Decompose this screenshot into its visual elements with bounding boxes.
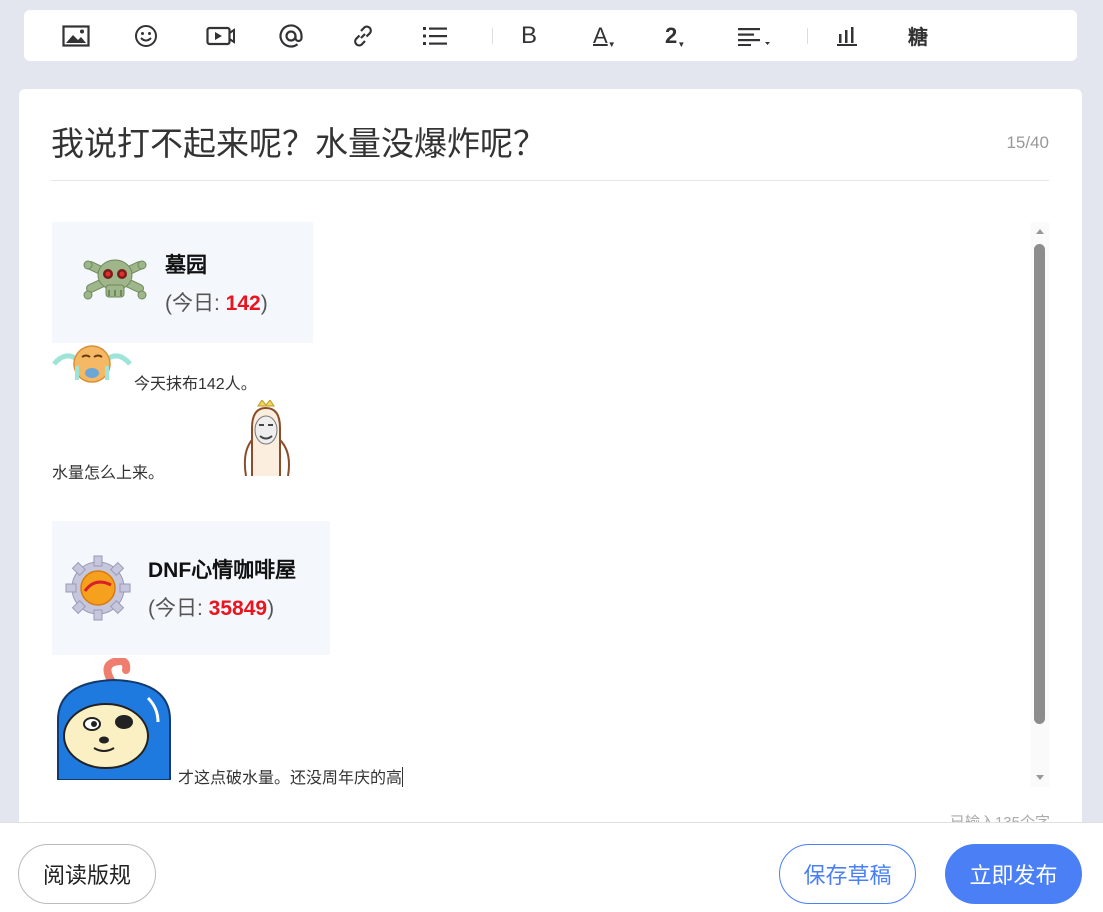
forum-today: (今日: 35849): [148, 592, 296, 622]
today-count: 35849: [208, 597, 268, 620]
toolbar-divider: [492, 27, 493, 44]
content-line: 水量怎么上来。: [52, 465, 165, 482]
caret-down-icon: ▼: [677, 39, 686, 49]
forum-name: DNF心情咖啡屋: [148, 559, 297, 582]
scroll-thumb[interactable]: [1034, 244, 1045, 724]
forum-name: 墓园: [165, 253, 207, 277]
scroll-up-arrow-icon[interactable]: [1036, 229, 1044, 234]
skull-icon: [83, 259, 147, 299]
text-cursor: [402, 767, 404, 787]
insert-image-button[interactable]: [62, 16, 134, 56]
editor-card: 我说打不起来呢？水量没爆炸呢？ 15/40 墓园 (今日: 142) 今天抹布1…: [19, 89, 1082, 849]
content-line: 今天抹布142人。: [134, 376, 257, 393]
today-suffix: ): [260, 291, 268, 315]
insert-emoji-button[interactable]: [134, 16, 206, 56]
content-line: 才这点破水量。还没周年庆的高: [178, 764, 404, 787]
read-rules-button[interactable]: 阅读版规: [18, 844, 156, 904]
heading-icon: 2 ▼: [665, 22, 685, 49]
insert-link-button[interactable]: [350, 16, 422, 56]
shiba-dog-sticker: [57, 658, 171, 780]
caret-down-icon: ▼: [607, 39, 616, 49]
sugar-button[interactable]: 糖: [908, 16, 980, 56]
mention-button[interactable]: [278, 16, 350, 56]
today-suffix: ): [267, 597, 275, 620]
font-color-label: A: [593, 22, 608, 48]
insert-video-button[interactable]: [206, 16, 278, 56]
meme-face-sticker: [243, 400, 290, 476]
align-icon: [738, 27, 770, 46]
font-color-button[interactable]: A ▼: [593, 16, 665, 56]
heading-label: 2: [665, 22, 678, 48]
forum-info: 墓园 (今日: 142): [165, 249, 268, 317]
today-count: 142: [225, 291, 261, 315]
image-icon: [62, 24, 90, 47]
post-title[interactable]: 我说打不起来呢？水量没爆炸呢？: [51, 123, 1049, 165]
scroll-down-arrow-icon[interactable]: [1036, 775, 1044, 780]
list-button[interactable]: [422, 16, 494, 56]
forum-info: DNF心情咖啡屋 (今日: 35849): [148, 554, 296, 622]
font-color-icon: A ▼: [593, 22, 616, 49]
list-icon: [423, 26, 447, 45]
title-char-count: 15/40: [1006, 133, 1049, 152]
vote-icon: [837, 26, 857, 46]
forum-card-dnf-cafe[interactable]: DNF心情咖啡屋 (今日: 35849): [52, 521, 330, 655]
align-button[interactable]: [737, 16, 809, 56]
editor-toolbar: B A ▼ 2 ▼ 糖: [24, 10, 1077, 61]
today-prefix: (今日:: [165, 291, 226, 315]
dnf-gear-logo-icon: [65, 555, 131, 621]
content-scrollbar[interactable]: [1031, 222, 1049, 787]
link-icon: [354, 25, 372, 46]
editor-content[interactable]: 墓园 (今日: 142) 今天抹布142人。 水量怎么上来。 DNF心情咖啡屋 …: [52, 222, 1032, 787]
publish-button[interactable]: 立即发布: [945, 844, 1082, 904]
title-input[interactable]: 我说打不起来呢？水量没爆炸呢？ 15/40: [51, 123, 1049, 181]
mention-icon: [279, 23, 303, 47]
bold-icon: B: [521, 21, 538, 49]
vote-button[interactable]: [836, 16, 908, 56]
toolbar-divider: [807, 27, 808, 44]
sugar-icon: 糖: [908, 25, 928, 49]
forum-today: (今日: 142): [165, 287, 268, 317]
bold-button[interactable]: B: [521, 16, 593, 56]
today-prefix: (今日:: [148, 597, 209, 620]
action-bar: 阅读版规 保存草稿 立即发布: [0, 822, 1103, 912]
heading-button[interactable]: 2 ▼: [665, 16, 737, 56]
video-icon: [206, 26, 235, 45]
emoji-icon: [135, 24, 157, 47]
forum-card-graveyard[interactable]: 墓园 (今日: 142): [52, 222, 313, 343]
content-line-text: 才这点破水量。还没周年庆的高: [178, 770, 403, 787]
crying-emoji-sticker: [52, 345, 132, 383]
save-draft-button[interactable]: 保存草稿: [779, 844, 916, 904]
